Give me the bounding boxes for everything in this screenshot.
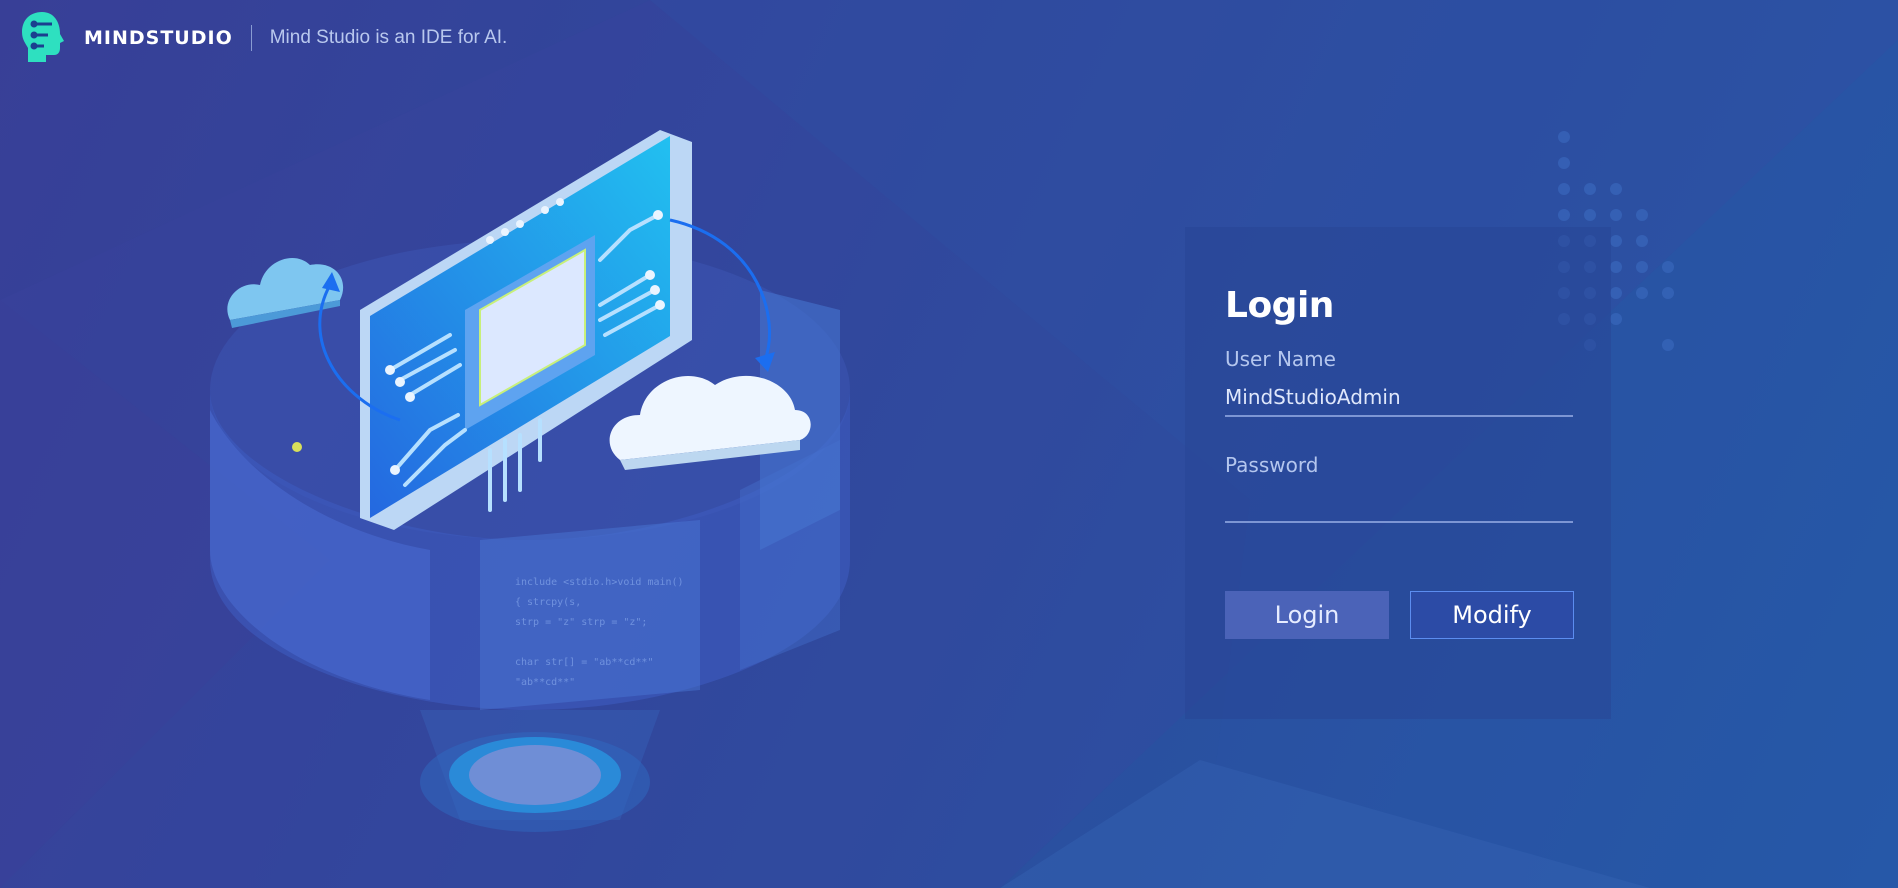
mindstudio-logo-icon bbox=[22, 12, 64, 62]
login-panel: Login User Name Password Login Modify bbox=[1185, 227, 1611, 719]
modify-button[interactable]: Modify bbox=[1410, 591, 1574, 639]
code-line: include <stdio.h>void main() bbox=[515, 577, 684, 588]
brand-name: MINDSTUDIO bbox=[84, 27, 233, 49]
app-header: MINDSTUDIO Mind Studio is an IDE for AI. bbox=[20, 8, 507, 68]
password-label: Password bbox=[1225, 453, 1319, 477]
code-line: char str[] = "ab**cd**" bbox=[515, 657, 653, 668]
code-line: "ab**cd**" bbox=[515, 677, 575, 688]
username-label: User Name bbox=[1225, 347, 1336, 371]
password-input[interactable] bbox=[1225, 485, 1573, 523]
tagline: Mind Studio is an IDE for AI. bbox=[269, 27, 508, 48]
username-input[interactable] bbox=[1225, 379, 1573, 417]
code-line: strp = "z" strp = "z"; bbox=[515, 617, 647, 628]
chip-cloud-illustration: include <stdio.h>void main() { strcpy(s,… bbox=[210, 130, 850, 832]
header-divider bbox=[250, 25, 252, 51]
login-button[interactable]: Login bbox=[1225, 591, 1389, 639]
login-title: Login bbox=[1225, 285, 1334, 326]
code-line: { strcpy(s, bbox=[515, 597, 581, 608]
